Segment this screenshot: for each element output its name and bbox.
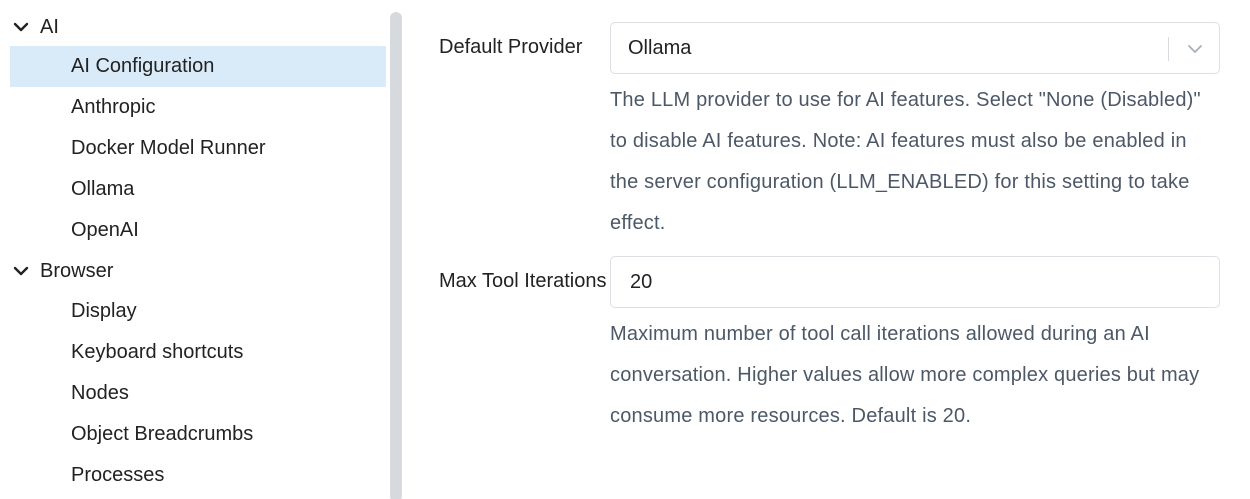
preferences-tree: AI AI Configuration Anthropic Docker Mod… (0, 0, 386, 499)
tree-item-docker-model-runner[interactable]: Docker Model Runner (0, 128, 386, 169)
tree-item-openai[interactable]: OpenAI (0, 210, 386, 251)
default-provider-select[interactable]: Ollama (610, 22, 1220, 74)
tree-item-label: OpenAI (71, 219, 139, 241)
tree-group-ai[interactable]: AI (0, 8, 386, 46)
setting-control: Maximum number of tool call iterations a… (610, 256, 1220, 437)
max-tool-iterations-input[interactable] (610, 256, 1220, 308)
tree-item-label: Object Breadcrumbs (71, 423, 254, 445)
select-separator (1168, 37, 1169, 61)
tree-group-label: AI (40, 15, 59, 38)
tree-item-label: Anthropic (71, 96, 156, 118)
setting-label: Default Provider (439, 36, 583, 58)
tree-item-label: Keyboard shortcuts (71, 341, 244, 363)
select-value: Ollama (628, 36, 692, 59)
tree-item-processes[interactable]: Processes (0, 455, 386, 496)
tree-item-anthropic[interactable]: Anthropic (0, 87, 386, 128)
tree-group-browser[interactable]: Browser (0, 251, 386, 291)
tree-item-ollama[interactable]: Ollama (0, 169, 386, 210)
panel-splitter (386, 0, 414, 499)
tree-item-label: Nodes (71, 382, 129, 404)
setting-help-text: The LLM provider to use for AI features.… (610, 89, 1201, 234)
tree-item-object-breadcrumbs[interactable]: Object Breadcrumbs (0, 414, 386, 455)
tree-item-keyboard-shortcuts[interactable]: Keyboard shortcuts (0, 332, 386, 373)
tree-item-display[interactable]: Display (0, 291, 386, 332)
tree-item-label: Docker Model Runner (71, 137, 266, 159)
setting-max-tool-iterations: Max Tool Iterations Maximum number of to… (414, 256, 1250, 437)
tree-item-ai-configuration[interactable]: AI Configuration (10, 46, 386, 87)
tree-item-nodes[interactable]: Nodes (0, 373, 386, 414)
tree-item-label: AI Configuration (71, 55, 215, 77)
chevron-down-icon[interactable] (1185, 39, 1205, 59)
setting-help-text: Maximum number of tool call iterations a… (610, 323, 1200, 427)
tree-item-label: Processes (71, 464, 165, 486)
tree-item-label: Ollama (71, 178, 135, 200)
preferences-dialog: AI AI Configuration Anthropic Docker Mod… (0, 0, 1250, 499)
splitter-handle[interactable] (390, 12, 402, 499)
setting-control: Ollama The LLM provider to use for AI fe… (610, 22, 1220, 244)
settings-panel: Default Provider Ollama The LLM provider… (414, 0, 1250, 499)
tree-item-label: Display (71, 300, 137, 322)
chevron-down-icon[interactable] (12, 262, 30, 280)
chevron-down-icon[interactable] (12, 18, 30, 36)
setting-label: Max Tool Iterations (439, 270, 607, 292)
setting-default-provider: Default Provider Ollama The LLM provider… (414, 22, 1250, 250)
tree-group-label: Browser (40, 259, 114, 282)
